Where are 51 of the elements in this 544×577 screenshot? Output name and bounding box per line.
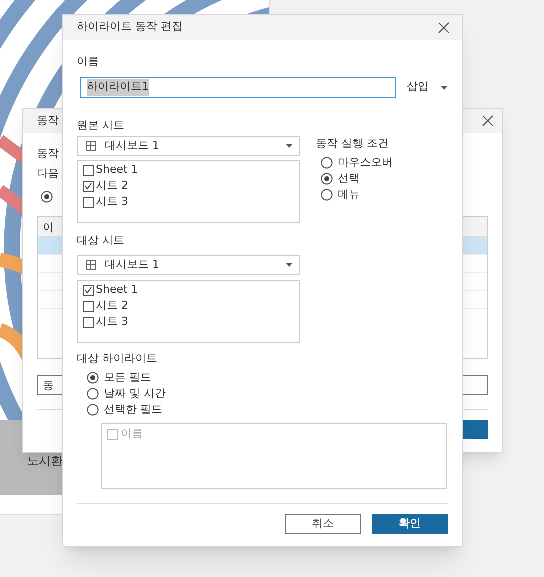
radio-button[interactable] [321, 189, 333, 201]
description-text: 다음 [37, 166, 59, 182]
radio-button[interactable] [321, 157, 333, 169]
window-title: 하이라이트 동작 편집 [77, 19, 183, 36]
cancel-button[interactable]: 취소 [285, 514, 361, 534]
checkbox[interactable] [83, 300, 94, 312]
sheet-dropdown[interactable]: 대시보드 1 [77, 136, 300, 156]
radio-button[interactable] [87, 404, 99, 416]
option-label: 메뉴 [338, 186, 360, 203]
section-label: 대상 하이라이트 [77, 351, 158, 367]
option-label: 마우스오버 [338, 154, 393, 171]
sheet-label: 시트 3 [96, 194, 128, 210]
section-label: 동작 실행 조건 [316, 136, 389, 152]
field-value: 동 [43, 378, 54, 394]
section-label: 이름 [77, 54, 99, 70]
radio-button[interactable] [321, 173, 333, 185]
checkbox[interactable] [83, 284, 94, 296]
radio-button[interactable] [87, 388, 99, 400]
name-field[interactable]: 하이라이트1 [80, 77, 396, 98]
checkbox[interactable] [83, 316, 94, 328]
sheet-dropdown[interactable]: 대시보드 1 [77, 255, 300, 275]
grid-icon [86, 260, 96, 270]
grid-icon [86, 141, 96, 151]
close-icon[interactable] [438, 22, 450, 34]
checkbox[interactable] [83, 180, 94, 192]
option-label: 선택한 필드 [104, 402, 162, 418]
description-text: 동작 [37, 146, 59, 162]
checkbox[interactable] [83, 196, 94, 208]
option-label: 모든 필드 [104, 370, 152, 386]
sheet-label: Sheet 1 [96, 162, 138, 178]
field-label: 이름 [121, 426, 143, 442]
window-title: 동작 [37, 113, 59, 129]
radio-button[interactable] [41, 191, 53, 203]
band-label: 노시환 [27, 453, 63, 470]
caret-icon [286, 144, 293, 148]
column-header: 이 [43, 220, 54, 236]
caret-icon [286, 263, 293, 267]
insert-button[interactable]: 삽입 [407, 79, 448, 96]
sheet-label: Sheet 1 [96, 282, 138, 298]
option-label: 날짜 및 시간 [104, 386, 166, 402]
sheet-label: 시트 2 [96, 178, 128, 194]
radio-button[interactable] [87, 372, 99, 384]
checkbox[interactable] [83, 164, 94, 176]
sheet-label: 시트 2 [96, 298, 128, 314]
option-label: 선택 [338, 170, 360, 187]
sheet-label: 시트 3 [96, 314, 128, 330]
section-label: 원본 시트 [77, 118, 124, 134]
close-icon[interactable] [482, 115, 494, 127]
caret-icon [441, 86, 448, 90]
section-label: 대상 시트 [77, 233, 124, 249]
confirm-button[interactable]: 확인 [372, 514, 448, 534]
